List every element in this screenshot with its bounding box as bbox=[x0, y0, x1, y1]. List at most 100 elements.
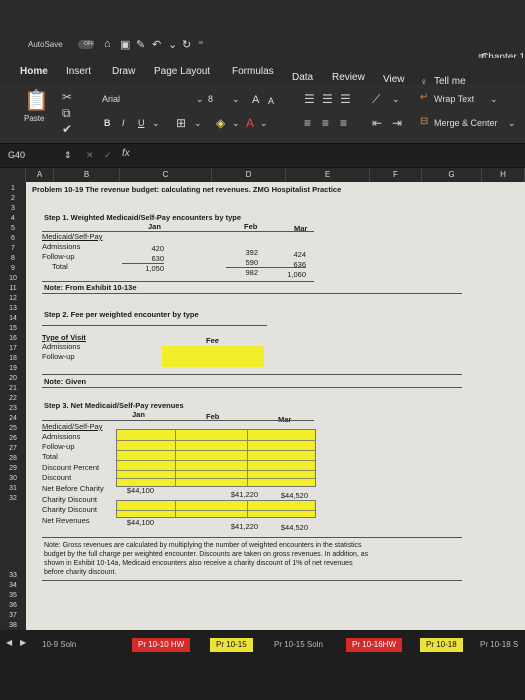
row-header[interactable]: 4 bbox=[0, 215, 26, 222]
tab-insert[interactable]: Insert bbox=[66, 66, 91, 77]
chevron-down-icon[interactable]: ⌄ bbox=[508, 118, 516, 129]
paste-label[interactable]: Paste bbox=[24, 114, 44, 123]
row-header[interactable]: 1 bbox=[0, 185, 26, 192]
row-header[interactable]: 26 bbox=[0, 435, 26, 442]
tab-page-layout[interactable]: Page Layout bbox=[154, 66, 210, 77]
align-right-icon[interactable]: ≡ bbox=[340, 116, 347, 130]
row-header[interactable]: 2 bbox=[0, 195, 26, 202]
sheet-tab[interactable]: Pr 10-10 HW bbox=[132, 638, 191, 652]
undo-icon[interactable]: ↶ bbox=[152, 38, 161, 51]
sheet-tab[interactable]: Pr 10-16HW bbox=[346, 638, 403, 652]
row-header[interactable]: 23 bbox=[0, 405, 26, 412]
name-box[interactable]: G40 bbox=[4, 148, 54, 164]
align-middle-icon[interactable]: ☰ bbox=[322, 92, 333, 106]
row-header[interactable]: 15 bbox=[0, 325, 26, 332]
tab-data[interactable]: Data bbox=[292, 72, 313, 83]
row-header[interactable]: 36 bbox=[0, 602, 26, 609]
align-bottom-icon[interactable]: ☰ bbox=[340, 92, 351, 106]
column-header-g[interactable]: G bbox=[422, 168, 482, 182]
chevron-down-icon[interactable]: ⌄ bbox=[392, 94, 400, 105]
row-header[interactable]: 21 bbox=[0, 385, 26, 392]
italic-button[interactable]: I bbox=[122, 118, 125, 128]
chevron-down-icon[interactable]: ⌄ bbox=[232, 94, 240, 105]
sheet-tab[interactable]: 10-9 Soln bbox=[36, 638, 82, 652]
row-header[interactable]: 11 bbox=[0, 285, 26, 292]
row-header[interactable]: 17 bbox=[0, 345, 26, 352]
row-header[interactable]: 14 bbox=[0, 315, 26, 322]
chevron-down-icon[interactable]: ⌄ bbox=[260, 118, 268, 129]
underline-button[interactable]: U bbox=[138, 118, 145, 128]
font-size-select[interactable]: 8 bbox=[208, 94, 213, 104]
merge-center-button[interactable]: Merge & Center bbox=[434, 118, 498, 128]
chevron-down-icon[interactable]: ⌄ bbox=[196, 94, 204, 105]
row-header[interactable]: 25 bbox=[0, 425, 26, 432]
merge-center-icon[interactable]: ⊟ bbox=[420, 116, 428, 127]
borders-icon[interactable]: ⊞ bbox=[176, 116, 186, 130]
row-header[interactable]: 7 bbox=[0, 245, 26, 252]
chevron-down-icon[interactable]: ⌄ bbox=[194, 118, 202, 129]
row-header[interactable]: 8 bbox=[0, 255, 26, 262]
row-header[interactable]: 9 bbox=[0, 265, 26, 272]
enter-icon[interactable]: ✓ bbox=[104, 150, 112, 161]
row-header[interactable]: 33 bbox=[0, 572, 26, 579]
wrap-text-icon[interactable]: ↵ bbox=[420, 92, 428, 103]
orientation-icon[interactable]: ⟋ bbox=[372, 92, 380, 107]
redo-icon[interactable]: ↻ bbox=[182, 38, 191, 51]
grow-font-button[interactable]: A bbox=[252, 94, 259, 106]
sheet-tab[interactable]: Pr 10-18 bbox=[420, 638, 463, 652]
row-header[interactable]: 31 bbox=[0, 485, 26, 492]
column-header-b[interactable]: B bbox=[54, 168, 120, 182]
column-header-d[interactable]: D bbox=[212, 168, 286, 182]
tab-review[interactable]: Review bbox=[332, 72, 365, 83]
column-header-c[interactable]: C bbox=[120, 168, 212, 182]
align-center-icon[interactable]: ≡ bbox=[322, 116, 329, 130]
format-painter-icon[interactable]: ✔ bbox=[62, 122, 72, 136]
row-header[interactable]: 35 bbox=[0, 592, 26, 599]
bold-button[interactable]: B bbox=[104, 118, 111, 128]
row-header[interactable]: 38 bbox=[0, 622, 26, 629]
save-icon[interactable]: ▣ bbox=[120, 38, 130, 51]
row-header[interactable]: 22 bbox=[0, 395, 26, 402]
tab-draw[interactable]: Draw bbox=[112, 66, 135, 77]
home-icon[interactable]: ⌂ bbox=[104, 38, 111, 50]
row-header[interactable]: 30 bbox=[0, 475, 26, 482]
wrap-text-button[interactable]: Wrap Text bbox=[434, 94, 474, 104]
charity-input-grid[interactable] bbox=[116, 500, 316, 518]
align-left-icon[interactable]: ≡ bbox=[304, 116, 311, 130]
sheet-tab[interactable]: Pr 10-15 Soln bbox=[268, 638, 329, 652]
row-header[interactable]: 28 bbox=[0, 455, 26, 462]
row-header[interactable]: 18 bbox=[0, 355, 26, 362]
revenue-input-grid[interactable] bbox=[116, 429, 316, 487]
increase-indent-icon[interactable]: ⇥ bbox=[392, 116, 402, 130]
row-header[interactable]: 6 bbox=[0, 235, 26, 242]
cut-icon[interactable]: ✂ bbox=[62, 90, 72, 104]
edit-icon[interactable]: ✎ bbox=[136, 38, 145, 51]
row-header[interactable]: 5 bbox=[0, 225, 26, 232]
scroll-left-icon[interactable]: ◀ bbox=[6, 638, 12, 647]
row-header[interactable]: 20 bbox=[0, 375, 26, 382]
row-header[interactable]: 27 bbox=[0, 445, 26, 452]
chevron-down-icon[interactable]: ⌄ bbox=[168, 38, 177, 51]
row-header[interactable]: 10 bbox=[0, 275, 26, 282]
row-header[interactable]: 34 bbox=[0, 582, 26, 589]
decrease-indent-icon[interactable]: ⇤ bbox=[372, 116, 382, 130]
row-header[interactable]: 13 bbox=[0, 305, 26, 312]
column-header-h[interactable]: H bbox=[482, 168, 525, 182]
column-header-e[interactable]: E bbox=[286, 168, 370, 182]
column-header-f[interactable]: F bbox=[370, 168, 422, 182]
paste-icon[interactable]: 📋 bbox=[24, 88, 49, 113]
tab-formulas[interactable]: Formulas bbox=[232, 66, 274, 77]
row-header[interactable]: 19 bbox=[0, 365, 26, 372]
align-top-icon[interactable]: ☰ bbox=[304, 92, 315, 106]
font-color-icon[interactable]: A bbox=[246, 116, 254, 130]
row-header[interactable]: 16 bbox=[0, 335, 26, 342]
sheet-tab[interactable]: Pr 10-15 bbox=[210, 638, 253, 652]
row-header[interactable]: 32 bbox=[0, 495, 26, 502]
chevron-down-icon[interactable]: ⌄ bbox=[232, 118, 240, 129]
worksheet-grid[interactable]: Problem 10-19 The revenue budget: calcul… bbox=[26, 182, 525, 630]
autosave-toggle[interactable]: OFF bbox=[78, 40, 94, 49]
row-header[interactable]: 3 bbox=[0, 205, 26, 212]
cancel-icon[interactable]: ✕ bbox=[86, 150, 94, 161]
font-name-select[interactable]: Arial bbox=[102, 94, 120, 104]
chevron-down-icon[interactable]: ⌄ bbox=[152, 118, 160, 129]
